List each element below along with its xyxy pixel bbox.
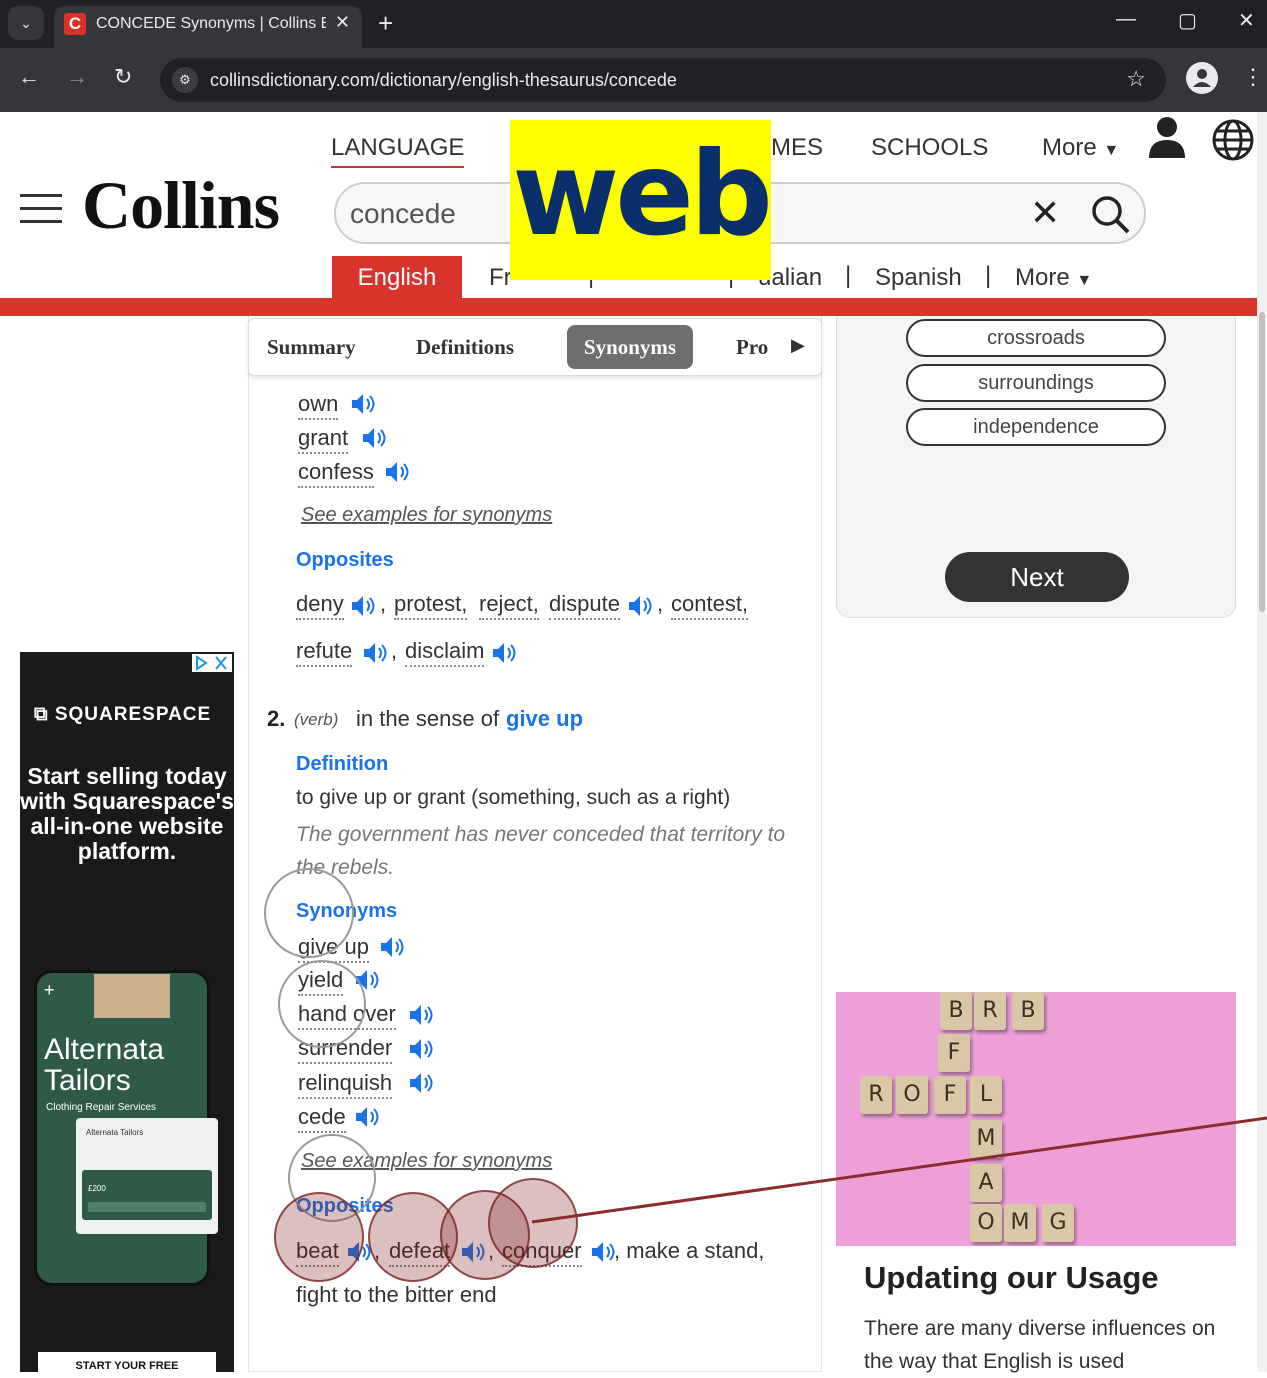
drag-path-line [531,1116,1267,1224]
